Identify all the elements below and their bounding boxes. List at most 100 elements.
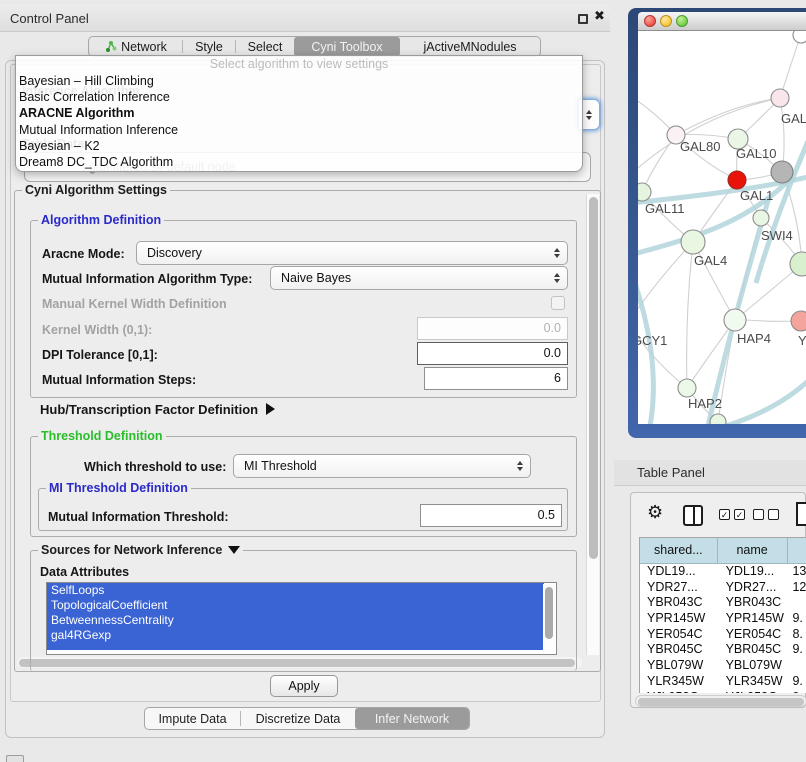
table-cell: YLR345W <box>718 674 788 690</box>
network-edge[interactable] <box>638 242 693 323</box>
unchecked-checkbox-icon[interactable] <box>753 509 764 520</box>
table-row[interactable]: YBL079WYBL079W <box>640 658 806 674</box>
threshold-definition-title: Threshold Definition <box>38 429 166 444</box>
network-node[interactable] <box>793 31 806 43</box>
table-row[interactable]: YLR345WYLR345W9. <box>640 674 806 690</box>
control-panel-title: Control Panel <box>10 11 89 26</box>
algorithm-option[interactable]: Bayesian – K2 <box>16 138 582 154</box>
minimize-traffic-light-icon[interactable] <box>660 15 672 27</box>
control-panel-tabbar: Network Style Select Cyni Toolbox jActiv… <box>88 36 541 57</box>
column-header[interactable] <box>788 538 806 563</box>
kernel-width-field[interactable]: 0.0 <box>417 317 568 340</box>
algorithm-popup-hint: Select algorithm to view settings <box>16 56 582 73</box>
algorithm-option[interactable]: ARACNE Algorithm <box>16 105 582 121</box>
network-edge[interactable] <box>676 98 780 135</box>
tab-discretize-data[interactable]: Discretize Data <box>241 708 355 729</box>
scrollbar-thumb[interactable] <box>545 587 553 639</box>
checked-checkbox-icon[interactable]: ✓ <box>734 509 745 520</box>
algorithm-option[interactable]: Basic Correlation Inference <box>16 89 582 105</box>
list-item[interactable]: TopologicalCoefficient <box>47 598 544 613</box>
network-node-label: GAL1 <box>740 188 773 203</box>
aracne-mode-combobox[interactable]: Discovery <box>136 241 568 265</box>
network-view-canvas[interactable]: GALGAL80GAL10GAL1GAL11SWI4GAL4GCY1HAP4YH… <box>638 31 806 424</box>
checked-checkbox-icon[interactable]: ✓ <box>719 509 730 520</box>
network-node[interactable] <box>728 171 746 189</box>
list-item-partial[interactable] <box>47 643 544 650</box>
scrollbar-thumb[interactable] <box>589 197 598 559</box>
tab-impute-data[interactable]: Impute Data <box>145 708 240 729</box>
table-row[interactable]: YPR145WYPR145W9. <box>640 611 806 627</box>
column-header[interactable]: name <box>718 538 788 563</box>
table-body: YDL19...YDL19...13YDR27...YDR27...12YBR0… <box>640 564 806 693</box>
cyni-settings-title: Cyni Algorithm Settings <box>22 183 170 198</box>
table-cell: YBL079W <box>718 658 788 674</box>
tab-jactivemnodules[interactable]: jActiveMNodules <box>400 37 540 56</box>
tab-infer-network[interactable]: Infer Network <box>355 708 469 729</box>
tab-cyni-toolbox[interactable]: Cyni Toolbox <box>294 37 400 56</box>
hub-definition-expander[interactable]: Hub/Transcription Factor Definition <box>40 402 275 417</box>
list-vertical-scrollbar[interactable] <box>543 584 555 654</box>
dpi-tolerance-field[interactable]: 0.0 <box>417 342 568 365</box>
columns-icon[interactable] <box>683 505 703 526</box>
dock-panel-icon[interactable] <box>6 755 24 762</box>
network-node[interactable] <box>638 183 651 201</box>
export-table-icon[interactable] <box>796 502 806 526</box>
apply-button[interactable]: Apply <box>270 675 338 697</box>
network-canvas-svg: GALGAL80GAL10GAL1GAL11SWI4GAL4GCY1HAP4YH… <box>638 31 806 424</box>
scrollbar-thumb[interactable] <box>638 698 804 706</box>
algorithm-option[interactable]: Mutual Information Inference <box>16 122 582 138</box>
network-node[interactable] <box>681 230 705 254</box>
table-row[interactable]: YDL19...YDL19...13 <box>640 564 806 580</box>
table-cell: YBL079W <box>640 658 718 674</box>
float-window-icon[interactable] <box>578 14 588 24</box>
table-row[interactable]: YER054CYER054C8. <box>640 627 806 643</box>
data-attributes-list: SelfLoopsTopologicalCoefficientBetweenne… <box>47 583 556 643</box>
network-node[interactable] <box>791 311 806 331</box>
table-row[interactable]: YBR043CYBR043C <box>640 595 806 611</box>
network-node[interactable] <box>771 89 789 107</box>
table-cell: YBR043C <box>718 595 788 611</box>
zoom-traffic-light-icon[interactable] <box>676 15 688 27</box>
network-edge[interactable] <box>726 381 806 424</box>
table-header-row: shared... name <box>640 538 806 564</box>
tab-network[interactable]: Network <box>89 37 182 56</box>
collapse-arrow-icon <box>228 546 240 554</box>
table-cell: YJL052C <box>640 690 718 694</box>
tab-style[interactable]: Style <box>183 37 235 56</box>
list-item[interactable]: BetweennessCentrality <box>47 613 544 628</box>
table-horizontal-scrollbar[interactable] <box>635 695 806 707</box>
table-row[interactable]: YJL052CYJL052C9. <box>640 690 806 694</box>
settings-vertical-scrollbar[interactable] <box>586 194 599 655</box>
network-edge[interactable] <box>780 34 801 98</box>
sources-title[interactable]: Sources for Network Inference <box>38 543 243 558</box>
mi-threshold-field[interactable]: 0.5 <box>420 504 562 527</box>
manual-kernel-width-checkbox[interactable] <box>551 296 565 310</box>
list-item[interactable]: SelfLoops <box>47 583 544 598</box>
table-cell: YBR045C <box>718 642 788 658</box>
close-traffic-light-icon[interactable] <box>644 15 656 27</box>
list-item[interactable]: gal4RGexp <box>47 628 544 643</box>
mi-algorithm-type-combobox[interactable]: Naive Bayes <box>270 266 568 290</box>
table-row[interactable]: YBR045CYBR045C9. <box>640 642 806 658</box>
tab-select[interactable]: Select <box>236 37 294 56</box>
network-node[interactable] <box>724 309 746 331</box>
network-node[interactable] <box>753 210 769 226</box>
network-edge[interactable] <box>735 264 802 320</box>
which-threshold-combobox[interactable]: MI Threshold <box>233 454 531 478</box>
network-node-label: GAL <box>781 111 806 126</box>
table-cell: YBR045C <box>640 642 718 658</box>
algorithm-option[interactable]: Bayesian – Hill Climbing <box>16 73 582 89</box>
table-row[interactable]: YDR27...YDR27...12 <box>640 580 806 596</box>
network-node[interactable] <box>771 161 793 183</box>
mi-steps-field[interactable]: 6 <box>424 367 568 390</box>
network-window-titlebar[interactable] <box>638 12 806 31</box>
close-icon[interactable]: ✖ <box>594 8 605 24</box>
algorithm-option[interactable]: Dream8 DC_TDC Algorithm <box>16 154 582 170</box>
table-settings-gear-icon[interactable]: ⚙ <box>647 503 663 521</box>
network-node[interactable] <box>678 379 696 397</box>
network-edge[interactable] <box>687 242 693 388</box>
table-cell: YPR145W <box>718 611 788 627</box>
unchecked-checkbox-icon[interactable] <box>768 509 779 520</box>
column-header[interactable]: shared... <box>640 538 718 563</box>
table-cell <box>787 658 806 674</box>
